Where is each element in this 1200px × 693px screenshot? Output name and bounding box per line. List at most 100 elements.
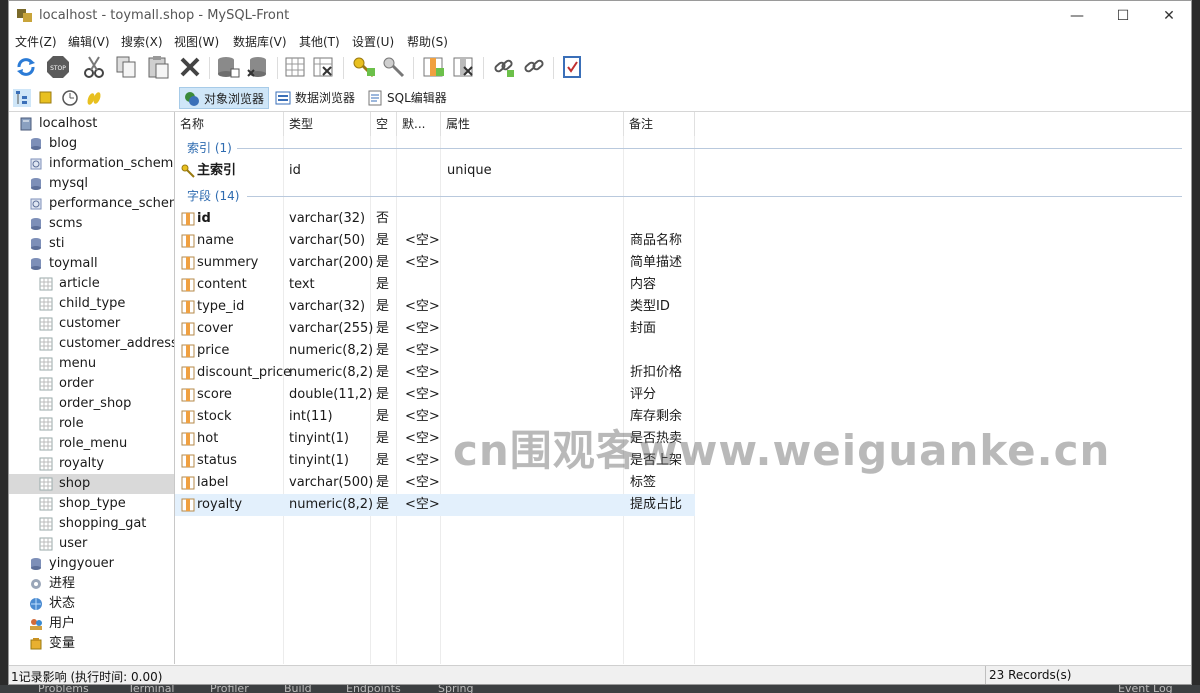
menu-other[interactable]: 其他(T) bbox=[299, 33, 340, 50]
link-add-icon[interactable] bbox=[491, 54, 517, 80]
history-icon[interactable] bbox=[61, 89, 79, 107]
database-delete-icon[interactable] bbox=[245, 54, 271, 80]
database-add-icon[interactable] bbox=[215, 54, 241, 80]
ide-tool-tab[interactable]: Endpoints bbox=[346, 685, 401, 693]
column-header-type[interactable]: 类型 bbox=[284, 112, 371, 136]
minimize-button[interactable]: — bbox=[1054, 1, 1100, 31]
menu-search[interactable]: 搜索(X) bbox=[121, 33, 163, 50]
column-header-default[interactable]: 默... bbox=[397, 112, 441, 136]
tree-node-database[interactable]: blog bbox=[9, 134, 174, 154]
link-delete-icon[interactable] bbox=[521, 54, 547, 80]
field-name: hot bbox=[197, 431, 219, 446]
field-row[interactable]: price numeric(8,2) 是 <空> bbox=[175, 340, 695, 362]
field-row[interactable]: summery varchar(200) 是 <空> 简单描述 bbox=[175, 252, 695, 274]
column-header-null[interactable]: 空 bbox=[371, 112, 397, 136]
field-comment: 折扣价格 bbox=[630, 365, 683, 380]
tree-node-database[interactable]: scms bbox=[9, 214, 174, 234]
delete-icon[interactable] bbox=[177, 54, 203, 80]
tree-node-database[interactable]: toymall bbox=[9, 254, 174, 274]
tree-node-table[interactable]: order bbox=[9, 374, 174, 394]
tree-node-table[interactable]: customer_address bbox=[9, 334, 174, 354]
group-header-fields[interactable]: 字段 (14) bbox=[187, 186, 239, 206]
index-row[interactable]: 主索引 id unique bbox=[175, 160, 695, 182]
ide-tool-tab[interactable]: Spring bbox=[438, 685, 474, 693]
tree-node-database[interactable]: yingyouer bbox=[9, 554, 174, 574]
stop-icon[interactable]: STOP bbox=[45, 54, 71, 80]
menu-database[interactable]: 数据库(V) bbox=[233, 33, 287, 50]
ide-tool-tab[interactable]: Profiler bbox=[210, 685, 249, 693]
menu-file[interactable]: 文件(Z) bbox=[15, 33, 57, 50]
ide-tool-tab[interactable]: Problems bbox=[38, 685, 89, 693]
bookmark-icon[interactable] bbox=[37, 89, 55, 107]
properties-icon[interactable] bbox=[559, 54, 585, 80]
tree-node-database[interactable]: sti bbox=[9, 234, 174, 254]
menu-edit[interactable]: 编辑(V) bbox=[68, 33, 110, 50]
tab-sql-editor[interactable]: SQL编辑器 bbox=[363, 87, 451, 109]
tree-node-table[interactable]: royalty bbox=[9, 454, 174, 474]
copy-icon[interactable] bbox=[113, 54, 139, 80]
field-type: double(11,2) bbox=[289, 387, 373, 402]
column-header-name[interactable]: 名称 bbox=[175, 112, 284, 136]
field-row[interactable]: royalty numeric(8,2) 是 <空> 提成占比 bbox=[175, 494, 695, 516]
field-type: varchar(32) bbox=[289, 211, 366, 226]
tree-view-icon[interactable] bbox=[13, 89, 31, 107]
field-row[interactable]: cover varchar(255) 是 <空> 封面 bbox=[175, 318, 695, 340]
menu-settings[interactable]: 设置(U) bbox=[352, 33, 394, 50]
menu-help[interactable]: 帮助(S) bbox=[407, 33, 448, 50]
tab-data-browser[interactable]: 数据浏览器 bbox=[271, 87, 359, 109]
tree-node-table[interactable]: shopping_gat bbox=[9, 514, 174, 534]
key-delete-icon[interactable] bbox=[381, 54, 407, 80]
field-add-icon[interactable] bbox=[421, 54, 447, 80]
tree-node-table[interactable]: customer bbox=[9, 314, 174, 334]
tree-node-system[interactable]: 用户 bbox=[9, 614, 174, 634]
tree-node-table[interactable]: menu bbox=[9, 354, 174, 374]
field-row[interactable]: name varchar(50) 是 <空> 商品名称 bbox=[175, 230, 695, 252]
field-row[interactable]: content text 是 内容 bbox=[175, 274, 695, 296]
tree-node-table[interactable]: order_shop bbox=[9, 394, 174, 414]
variables-icon bbox=[30, 638, 42, 650]
tree-node-table[interactable]: article bbox=[9, 274, 174, 294]
field-row[interactable]: id varchar(32) 否 bbox=[175, 208, 695, 230]
ide-tool-tab[interactable]: Build bbox=[284, 685, 312, 693]
cut-icon[interactable] bbox=[81, 54, 107, 80]
field-row[interactable]: discount_price numeric(8,2) 是 <空> 折扣价格 bbox=[175, 362, 695, 384]
ide-tool-tab[interactable]: Event Log bbox=[1118, 685, 1173, 693]
tree-node-table[interactable]: shop bbox=[9, 474, 174, 494]
key-add-icon[interactable] bbox=[351, 54, 377, 80]
tree-node-localhost[interactable]: localhost bbox=[9, 114, 174, 134]
tree-node-database[interactable]: information_schema bbox=[9, 154, 174, 174]
paste-icon[interactable] bbox=[145, 54, 171, 80]
tree-node-table[interactable]: child_type bbox=[9, 294, 174, 314]
tree-node-table[interactable]: user bbox=[9, 534, 174, 554]
menu-view[interactable]: 视图(W) bbox=[174, 33, 219, 50]
tree-node-database[interactable]: performance_schema bbox=[9, 194, 174, 214]
tab-object-browser[interactable]: 对象浏览器 bbox=[179, 87, 270, 109]
field-row[interactable]: type_id varchar(32) 是 <空> 类型ID bbox=[175, 296, 695, 318]
tree-node-table[interactable]: shop_type bbox=[9, 494, 174, 514]
tree-node-system[interactable]: 进程 bbox=[9, 574, 174, 594]
table-icon bbox=[39, 517, 53, 531]
maximize-button[interactable]: ☐ bbox=[1100, 1, 1146, 31]
field-icon bbox=[181, 498, 195, 512]
table-delete-icon[interactable] bbox=[311, 54, 337, 80]
refresh-icon[interactable] bbox=[13, 54, 39, 80]
tree-node-system[interactable]: 变量 bbox=[9, 634, 174, 654]
field-null: 是 bbox=[376, 233, 390, 248]
tree-node-table[interactable]: role_menu bbox=[9, 434, 174, 454]
table-icon bbox=[39, 357, 53, 371]
field-icon bbox=[181, 366, 195, 380]
group-header-indexes[interactable]: 索引 (1) bbox=[187, 138, 232, 158]
field-row[interactable]: score double(11,2) 是 <空> 评分 bbox=[175, 384, 695, 406]
close-button[interactable]: ✕ bbox=[1146, 1, 1191, 31]
ide-tool-tab[interactable]: Terminal bbox=[128, 685, 175, 693]
field-null: 否 bbox=[376, 211, 390, 226]
field-delete-icon[interactable] bbox=[451, 54, 477, 80]
tree-node-table[interactable]: role bbox=[9, 414, 174, 434]
database-icon bbox=[31, 218, 41, 230]
column-header-attributes[interactable]: 属性 bbox=[441, 112, 624, 136]
sql-snippet-icon[interactable] bbox=[85, 89, 103, 107]
table-add-icon[interactable] bbox=[283, 54, 309, 80]
tree-node-database[interactable]: mysql bbox=[9, 174, 174, 194]
tree-node-system[interactable]: 状态 bbox=[9, 594, 174, 614]
column-header-comment[interactable]: 备注 bbox=[624, 112, 695, 136]
